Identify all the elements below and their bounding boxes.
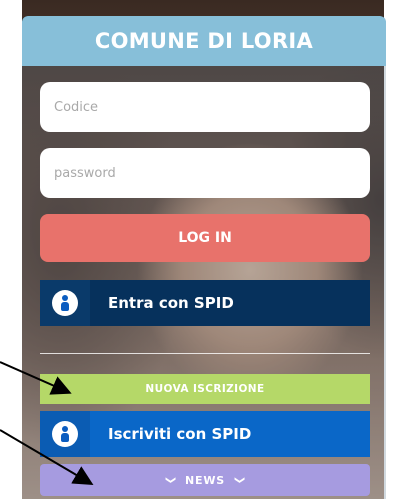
code-input[interactable] <box>40 82 370 132</box>
password-input[interactable] <box>40 148 370 198</box>
new-registration-button[interactable]: NUOVA ISCRIZIONE <box>40 374 370 404</box>
spid-signup-button[interactable]: Iscriviti con SPID <box>40 411 370 457</box>
login-button[interactable]: LOG IN <box>40 214 370 262</box>
spid-login-button[interactable]: Entra con SPID <box>40 280 370 326</box>
divider <box>40 353 370 354</box>
login-panel: COMUNE DI LORIA LOG IN Entra con SPID NU… <box>22 16 386 499</box>
spid-user-icon <box>52 421 78 447</box>
left-margin <box>0 0 22 499</box>
spid-user-icon <box>52 290 78 316</box>
news-label: NEWS <box>185 473 225 487</box>
spid-icon-box <box>40 280 90 326</box>
news-button[interactable]: ❯ NEWS ❯ <box>40 464 370 496</box>
spid-login-label: Entra con SPID <box>108 294 234 312</box>
chevron-down-icon: ❯ <box>234 475 246 485</box>
spid-icon-box <box>40 411 90 457</box>
spid-signup-label: Iscriviti con SPID <box>108 425 252 443</box>
chevron-down-icon: ❯ <box>164 475 176 485</box>
page-title: COMUNE DI LORIA <box>22 16 386 66</box>
